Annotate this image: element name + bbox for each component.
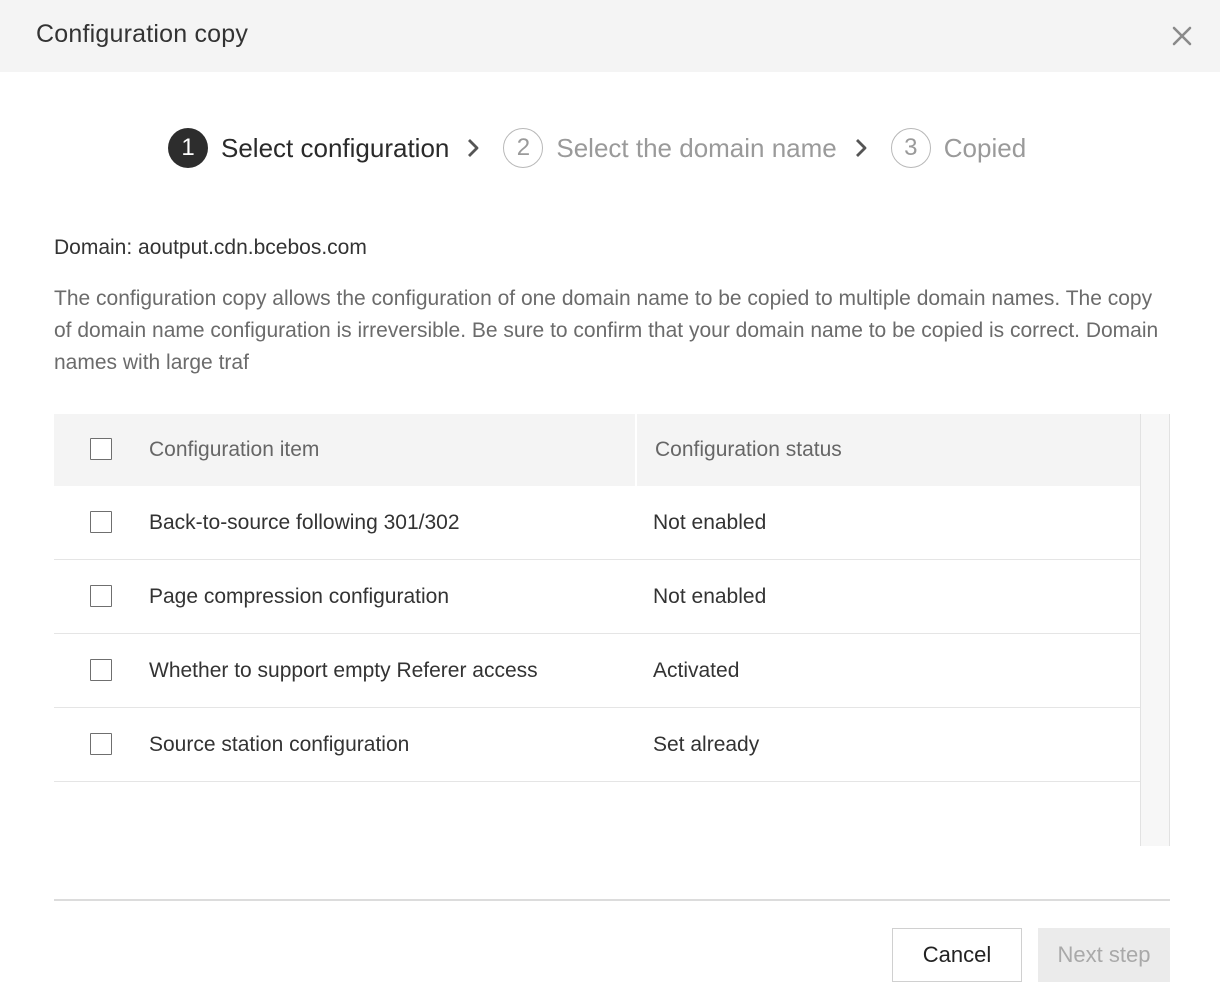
table-row[interactable]: Whether to support empty Referer access … xyxy=(54,634,1140,708)
row-checkbox[interactable] xyxy=(90,733,112,755)
row-status: Set already xyxy=(653,733,760,756)
row-item: Page compression configuration xyxy=(149,585,450,608)
row-item: Whether to support empty Referer access xyxy=(149,659,538,682)
domain-text: Domain: aoutput.cdn.bcebos.com xyxy=(54,236,367,259)
header-configuration-status: Configuration status xyxy=(655,438,842,461)
table-row[interactable]: Source station configuration Set already xyxy=(54,708,1140,782)
step-1-number: 1 xyxy=(168,128,208,168)
row-checkbox[interactable] xyxy=(90,585,112,607)
row-item: Source station configuration xyxy=(149,733,410,756)
header-column-divider xyxy=(635,414,637,486)
row-item: Back-to-source following 301/302 xyxy=(149,511,460,534)
step-3-number: 3 xyxy=(890,128,931,168)
step-indicator: 1 Select configuration 2 Select the doma… xyxy=(168,126,1026,170)
header-configuration-item: Configuration item xyxy=(149,438,320,461)
step-1-label: Select configuration xyxy=(221,132,450,163)
description-text: The configuration copy allows the config… xyxy=(54,287,1159,374)
row-status: Not enabled xyxy=(653,511,767,534)
row-checkbox[interactable] xyxy=(90,511,112,533)
row-checkbox[interactable] xyxy=(90,659,112,681)
cancel-button[interactable]: Cancel xyxy=(892,928,1022,982)
step-2-number: 2 xyxy=(503,128,544,168)
next-step-button[interactable]: Next step xyxy=(1038,928,1170,982)
dialog-header: Configuration copy xyxy=(0,0,1220,72)
table-row[interactable]: Page compression configuration Not enabl… xyxy=(54,560,1140,634)
step-2-label: Select the domain name xyxy=(556,132,837,163)
table-row[interactable]: Back-to-source following 301/302 Not ena… xyxy=(54,486,1140,560)
step-3-label: Copied xyxy=(943,132,1027,163)
table-header: Configuration item Configuration status xyxy=(54,414,1140,486)
row-status: Not enabled xyxy=(653,585,767,608)
chevron-right-icon xyxy=(855,139,867,157)
dialog-title: Configuration copy xyxy=(36,20,249,48)
chevron-right-icon xyxy=(468,139,479,157)
configuration-table: Configuration item Configuration status … xyxy=(54,414,1170,846)
vertical-scrollbar[interactable] xyxy=(1140,414,1170,846)
close-icon[interactable] xyxy=(1166,20,1198,52)
select-all-checkbox[interactable] xyxy=(90,438,112,460)
footer-divider xyxy=(54,899,1170,901)
row-status: Activated xyxy=(653,659,740,682)
